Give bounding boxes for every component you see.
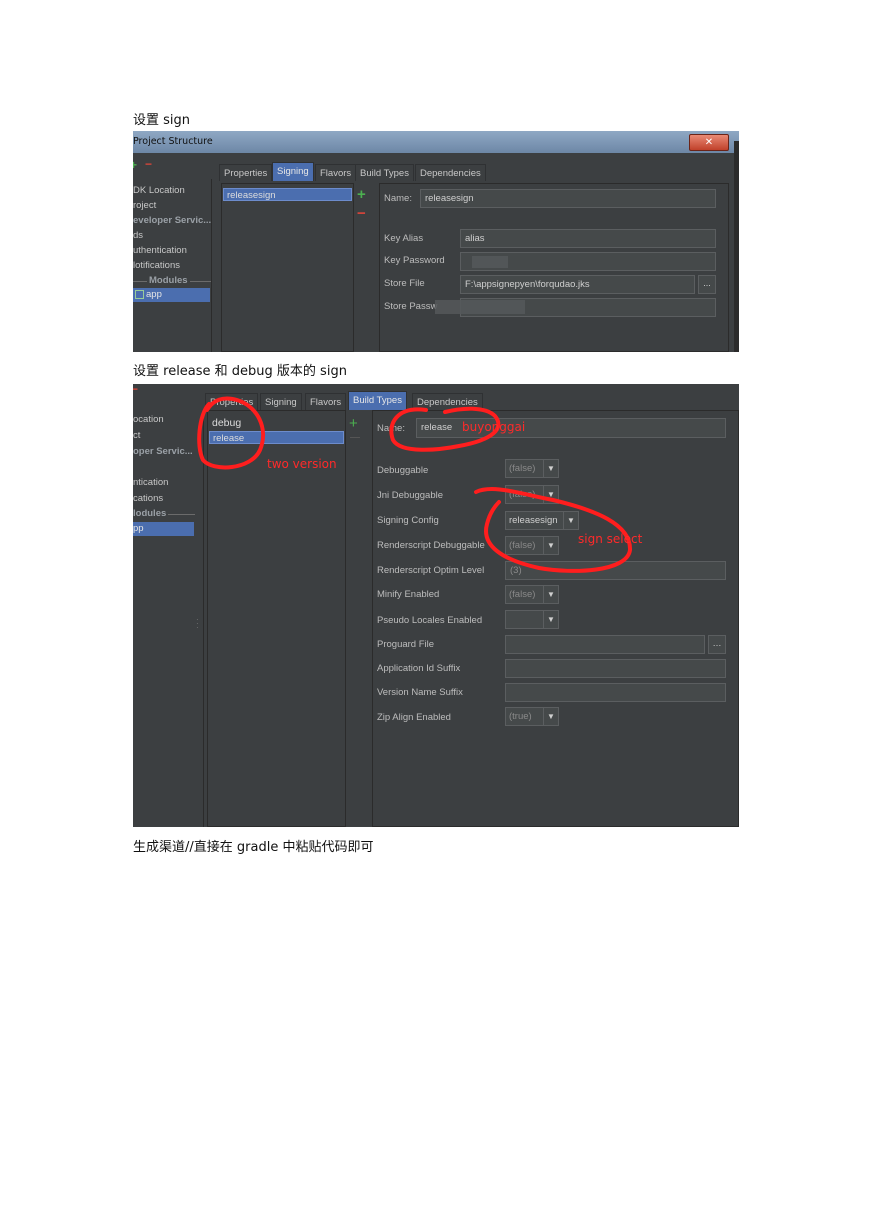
toolbar-strip — [133, 153, 739, 161]
window-border — [734, 141, 739, 352]
tab-signing[interactable]: Signing — [272, 162, 314, 181]
annotation-overlay — [197, 396, 633, 573]
module-app-label: app — [146, 289, 162, 300]
remove-icon[interactable]: − — [145, 157, 152, 171]
screenshot-signing: Project Structure ✕ + − DK Location roje… — [133, 131, 739, 352]
name-field[interactable]: releasesign — [420, 189, 716, 208]
key-password-label: Key Password — [384, 255, 445, 266]
key-alias-field[interactable]: alias — [460, 229, 716, 248]
annotation-two-version: two version — [267, 457, 337, 471]
annotation-circle-list — [197, 396, 266, 470]
module-icon — [135, 289, 144, 299]
sidebar-item-notifications[interactable]: lotifications — [133, 260, 180, 271]
tab-flavors[interactable]: Flavors — [315, 164, 357, 181]
sidebar-item-ads[interactable]: ds — [133, 230, 143, 241]
heading-set-sign: 设置 sign — [133, 113, 191, 128]
annotation-buyonggai: buyonggai — [462, 420, 526, 434]
heading-release-debug-sign: 设置 release 和 debug 版本的 sign — [133, 364, 347, 379]
heading-generate-channels: 生成渠道//直接在 gradle 中粘贴代码即可 — [133, 840, 374, 855]
store-password-label: Store Passw — [384, 301, 438, 312]
sidebar: DK Location roject eveloper Servic... ds… — [133, 179, 212, 352]
tab-properties[interactable]: Properties — [219, 164, 273, 181]
sidebar-item-app[interactable]: app — [133, 288, 210, 302]
modules-header: Modules — [147, 275, 190, 286]
window-title: Project Structure — [133, 136, 213, 147]
list-item-releasesign[interactable]: releasesign — [223, 188, 352, 201]
add-config-icon[interactable]: + — [357, 186, 366, 203]
remove-config-icon[interactable]: − — [357, 205, 366, 222]
store-file-label: Store File — [384, 278, 425, 289]
store-password-redaction — [435, 300, 525, 314]
annotation-sign-select: sign select — [578, 532, 643, 546]
browse-button[interactable]: ... — [698, 275, 716, 294]
sidebar-item-authentication[interactable]: uthentication — [133, 245, 187, 256]
tab-build-types[interactable]: Build Types — [355, 164, 414, 181]
close-button[interactable]: ✕ — [689, 134, 729, 151]
screenshot-build-types: − Properties Signing Flavors Build Types… — [133, 384, 739, 827]
password-redaction — [472, 256, 508, 268]
sidebar-item-project[interactable]: roject — [133, 200, 156, 211]
signing-list: releasesign — [221, 183, 354, 352]
sidebar-item-developer-services[interactable]: eveloper Servic... — [133, 215, 211, 226]
sidebar-item-sdk-location[interactable]: DK Location — [133, 185, 185, 196]
store-file-field[interactable]: F:\appsignepyen\forqudao.jks — [460, 275, 695, 294]
key-alias-label: Key Alias — [384, 233, 424, 244]
window-titlebar: Project Structure ✕ — [133, 131, 739, 153]
tab-dependencies[interactable]: Dependencies — [415, 164, 486, 181]
name-label: Name: — [384, 193, 412, 204]
annotation-circle-signing — [474, 487, 633, 573]
add-icon[interactable]: + — [133, 158, 137, 172]
